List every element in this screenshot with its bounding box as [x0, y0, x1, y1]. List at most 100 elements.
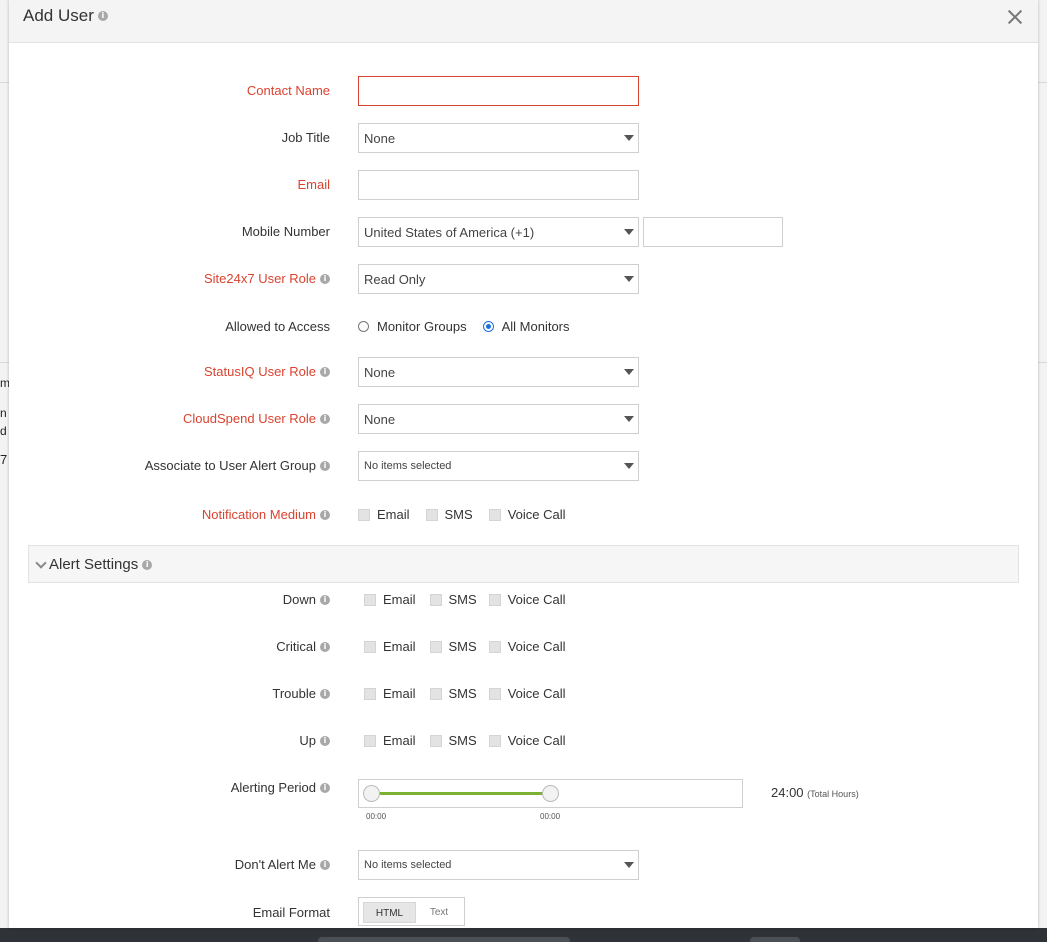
trouble-sms-checkbox[interactable]: SMS	[429, 686, 477, 701]
alert-trouble-row: Trouble i Email SMS Voice Call	[9, 679, 1038, 709]
allowed-access-options: Monitor Groups All Monitors	[358, 319, 586, 334]
info-icon[interactable]: i	[320, 782, 330, 793]
alerting-period-label: Alerting Period i	[231, 780, 330, 795]
chevron-down-icon	[624, 276, 634, 282]
checkbox[interactable]	[425, 508, 438, 521]
down-sms-checkbox[interactable]: SMS	[429, 592, 477, 607]
slider-start-handle[interactable]	[363, 785, 380, 802]
alert-up-label: Up i	[299, 733, 330, 748]
notify-sms-checkbox[interactable]: SMS	[425, 507, 473, 522]
statusiq-role-row: StatusIQ User Role i None	[9, 357, 1038, 387]
up-email-checkbox[interactable]: Email	[364, 733, 416, 748]
info-icon[interactable]: i	[320, 413, 330, 424]
up-voice-checkbox[interactable]: Voice Call	[488, 733, 566, 748]
notification-medium-label: Notification Medium i	[202, 507, 330, 522]
user-role-select[interactable]: Read Only	[358, 264, 639, 294]
contact-name-input[interactable]	[358, 76, 639, 106]
info-icon[interactable]: i	[142, 559, 153, 570]
info-icon[interactable]: i	[320, 509, 330, 520]
radio-label: All Monitors	[501, 319, 570, 334]
alert-trouble-options: Email SMS Voice Call	[364, 686, 582, 701]
info-icon[interactable]: i	[320, 735, 330, 746]
trouble-email-checkbox[interactable]: Email	[364, 686, 416, 701]
radio-button[interactable]	[482, 321, 494, 332]
checkbox[interactable]	[429, 687, 442, 700]
trouble-voice-checkbox[interactable]: Voice Call	[488, 686, 566, 701]
text-format-button[interactable]: Text	[419, 902, 459, 923]
info-icon[interactable]: i	[320, 366, 330, 377]
checkbox[interactable]	[488, 687, 501, 700]
contact-name-row: Contact Name	[9, 76, 1038, 106]
checkbox[interactable]	[488, 508, 501, 521]
checkbox[interactable]	[488, 593, 501, 606]
info-icon[interactable]: i	[97, 11, 108, 21]
critical-sms-checkbox[interactable]: SMS	[429, 639, 477, 654]
job-title-value: None	[364, 131, 396, 146]
checkbox[interactable]	[488, 640, 501, 653]
statusiq-role-select[interactable]: None	[358, 357, 639, 387]
slider-end-handle[interactable]	[542, 785, 559, 802]
checkbox[interactable]	[429, 593, 442, 606]
checkbox-label: Email	[383, 592, 416, 607]
close-icon[interactable]	[1006, 8, 1024, 26]
add-user-dialog: Add User i Contact Name Job Title None E…	[9, 0, 1038, 928]
notify-voice-checkbox[interactable]: Voice Call	[488, 507, 566, 522]
checkbox[interactable]	[488, 734, 501, 747]
mobile-number-label: Mobile Number	[241, 224, 330, 239]
job-title-select[interactable]: None	[358, 123, 639, 153]
alert-group-label-text: Associate to User Alert Group	[144, 458, 316, 473]
html-format-button[interactable]: HTML	[363, 902, 416, 923]
cloudspend-role-value: None	[364, 412, 396, 427]
checkbox-label: SMS	[448, 639, 477, 654]
info-icon[interactable]: i	[320, 460, 330, 471]
notification-medium-row: Notification Medium i Email SMS Voice Ca…	[9, 500, 1038, 530]
checkbox-label: SMS	[444, 507, 473, 522]
checkbox[interactable]	[364, 640, 376, 653]
monitor-groups-radio[interactable]: Monitor Groups	[358, 319, 467, 334]
info-icon[interactable]: i	[320, 594, 330, 605]
checkbox[interactable]	[358, 508, 370, 521]
checkbox[interactable]	[429, 734, 442, 747]
allowed-access-label: Allowed to Access	[225, 319, 330, 334]
checkbox-label: Voice Call	[507, 592, 566, 607]
up-sms-checkbox[interactable]: SMS	[429, 733, 477, 748]
checkbox[interactable]	[364, 593, 376, 606]
email-field[interactable]	[358, 170, 639, 200]
radio-button[interactable]	[358, 321, 369, 332]
alerting-period-slider[interactable]	[358, 779, 743, 808]
user-role-value: Read Only	[364, 272, 426, 287]
job-title-row: Job Title None	[9, 123, 1038, 153]
checkbox[interactable]	[429, 640, 442, 653]
dont-alert-select[interactable]: No items selected	[358, 850, 639, 880]
notify-email-checkbox[interactable]: Email	[358, 507, 410, 522]
taskbar-pill	[318, 937, 570, 942]
down-voice-checkbox[interactable]: Voice Call	[488, 592, 566, 607]
cloudspend-role-select[interactable]: None	[358, 404, 639, 434]
info-icon[interactable]: i	[320, 273, 330, 284]
country-code-value: United States of America (+1)	[364, 225, 535, 240]
critical-email-checkbox[interactable]: Email	[364, 639, 416, 654]
alert-up-row: Up i Email SMS Voice Call	[9, 726, 1038, 756]
country-code-select[interactable]: United States of America (+1)	[358, 217, 639, 247]
alert-group-select[interactable]: No items selected	[358, 451, 639, 481]
alert-settings-title[interactable]: Alert Settings i	[35, 556, 153, 573]
alerting-period-label-text: Alerting Period	[230, 780, 316, 795]
checkbox-label: Voice Call	[507, 639, 566, 654]
checkbox-label: SMS	[448, 686, 477, 701]
all-monitors-radio[interactable]: All Monitors	[482, 319, 570, 334]
info-icon[interactable]: i	[320, 688, 330, 699]
down-email-checkbox[interactable]: Email	[364, 592, 416, 607]
info-icon[interactable]: i	[320, 641, 330, 652]
checkbox[interactable]	[364, 734, 376, 747]
background-text: d	[0, 424, 7, 438]
mobile-number-input[interactable]	[643, 217, 783, 247]
info-icon[interactable]: i	[320, 859, 330, 870]
alert-settings-header[interactable]: Alert Settings i	[28, 545, 1019, 583]
dialog-header: Add User i	[9, 0, 1038, 43]
total-hours-value: 24:00	[771, 785, 804, 800]
chevron-down-icon[interactable]	[35, 556, 47, 569]
critical-voice-checkbox[interactable]: Voice Call	[488, 639, 566, 654]
checkbox[interactable]	[364, 687, 376, 700]
alert-down-label: Down i	[283, 592, 330, 607]
checkbox-label: Voice Call	[507, 733, 566, 748]
